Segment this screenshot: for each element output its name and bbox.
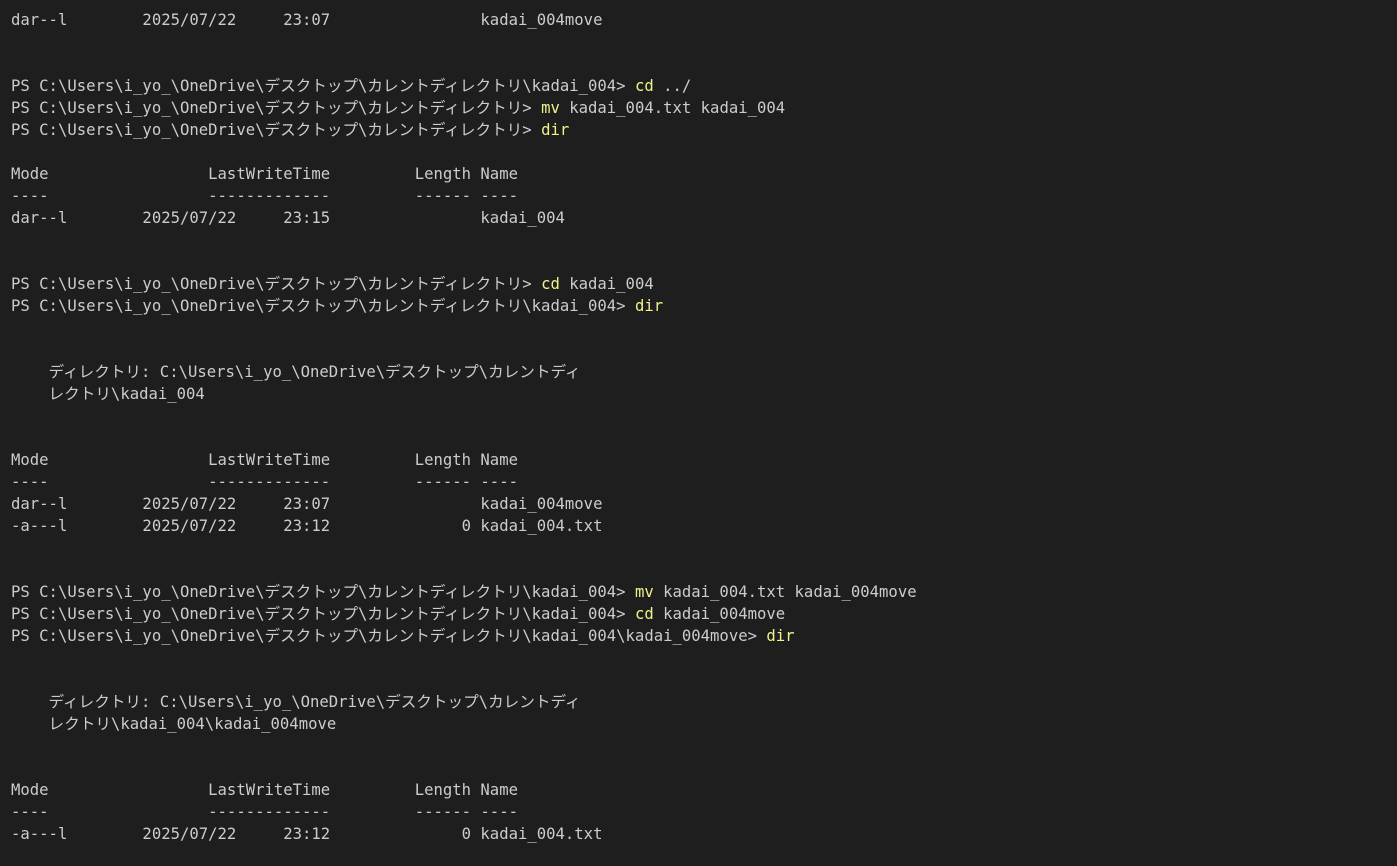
- output-line: ディレクトリ: C:\Users\i_yo_\OneDrive\デスクトップ\カ…: [11, 693, 581, 711]
- output-line: レクトリ\kadai_004\kadai_004move: [11, 715, 337, 733]
- command-args: kadai_004.txt kadai_004: [559, 99, 786, 117]
- output-line: ディレクトリ: C:\Users\i_yo_\OneDrive\デスクトップ\カ…: [11, 363, 581, 381]
- command-text: dir: [541, 121, 570, 139]
- prompt-line: PS C:\Users\i_yo_\OneDrive\デスクトップ\カレントディ…: [11, 97, 1397, 119]
- output-line: Mode LastWriteTime Length Name: [11, 451, 518, 469]
- command-text: dir: [766, 627, 795, 645]
- command-args: ../: [653, 77, 692, 95]
- prompt-line: PS C:\Users\i_yo_\OneDrive\デスクトップ\カレントディ…: [11, 273, 1397, 295]
- prompt-line: PS C:\Users\i_yo_\OneDrive\デスクトップ\カレントディ…: [11, 581, 1397, 603]
- prompt-text: PS C:\Users\i_yo_\OneDrive\デスクトップ\カレントディ…: [11, 605, 635, 623]
- command-text: cd: [634, 77, 654, 95]
- prompt-line: PS C:\Users\i_yo_\OneDrive\デスクトップ\カレントディ…: [11, 625, 1397, 647]
- output-line: -a---l 2025/07/22 23:12 0 kadai_004.txt: [11, 517, 603, 535]
- prompt-text: PS C:\Users\i_yo_\OneDrive\デスクトップ\カレントディ…: [11, 297, 635, 315]
- prompt-text: PS C:\Users\i_yo_\OneDrive\デスクトップ\カレントディ…: [11, 627, 767, 645]
- command-text: mv: [634, 583, 654, 601]
- command-text: mv: [541, 99, 560, 117]
- command-args: kadai_004move: [653, 605, 786, 623]
- prompt-text: PS C:\Users\i_yo_\OneDrive\デスクトップ\カレントディ…: [11, 121, 542, 139]
- prompt-text: PS C:\Users\i_yo_\OneDrive\デスクトップ\カレントディ…: [11, 99, 542, 117]
- prompt-text: PS C:\Users\i_yo_\OneDrive\デスクトップ\カレントディ…: [11, 77, 635, 95]
- command-text: cd: [541, 275, 560, 293]
- prompt-line: PS C:\Users\i_yo_\OneDrive\デスクトップ\カレントディ…: [11, 119, 1397, 141]
- prompt-text: PS C:\Users\i_yo_\OneDrive\デスクトップ\カレントディ…: [11, 275, 542, 293]
- output-line: Mode LastWriteTime Length Name: [11, 781, 518, 799]
- terminal-output[interactable]: dar--l 2025/07/22 23:07 kadai_004move PS …: [11, 9, 1397, 866]
- output-line: dar--l 2025/07/22 23:07 kadai_004move: [11, 11, 603, 29]
- output-line: Mode LastWriteTime Length Name: [11, 165, 518, 183]
- command-args: kadai_004: [559, 275, 654, 293]
- output-line: dar--l 2025/07/22 23:15 kadai_004: [11, 209, 565, 227]
- command-text: cd: [634, 605, 654, 623]
- output-line: ---- ------------- ------ ----: [11, 473, 518, 491]
- prompt-line: PS C:\Users\i_yo_\OneDrive\デスクトップ\カレントディ…: [11, 295, 1397, 317]
- command-text: dir: [634, 297, 664, 315]
- output-line: ---- ------------- ------ ----: [11, 187, 518, 205]
- prompt-line: PS C:\Users\i_yo_\OneDrive\デスクトップ\カレントディ…: [11, 603, 1397, 625]
- prompt-line: PS C:\Users\i_yo_\OneDrive\デスクトップ\カレントディ…: [11, 75, 1397, 97]
- command-args: kadai_004.txt kadai_004move: [653, 583, 917, 601]
- output-line: dar--l 2025/07/22 23:07 kadai_004move: [11, 495, 603, 513]
- output-line: レクトリ\kadai_004: [11, 385, 205, 403]
- output-line: -a---l 2025/07/22 23:12 0 kadai_004.txt: [11, 825, 603, 843]
- prompt-text: PS C:\Users\i_yo_\OneDrive\デスクトップ\カレントディ…: [11, 583, 635, 601]
- output-line: ---- ------------- ------ ----: [11, 803, 518, 821]
